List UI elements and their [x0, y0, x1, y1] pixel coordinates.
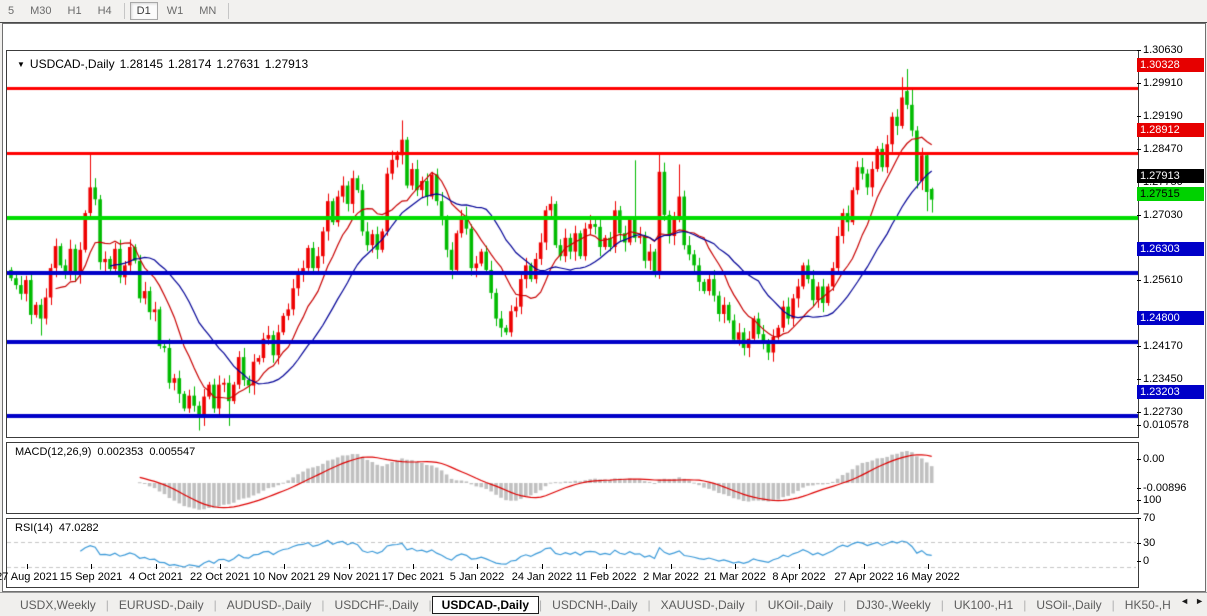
rsi-canvas[interactable]: [7, 519, 1136, 585]
timeframe-button-h4[interactable]: H4: [91, 2, 119, 20]
ohlc-close: 1.27913: [264, 57, 309, 71]
tab-xauusd-daily[interactable]: XAUUSD-,Daily: [651, 596, 755, 614]
timeframe-button-5[interactable]: 5: [1, 2, 21, 20]
timeframe-button-m30[interactable]: M30: [23, 2, 58, 20]
tab-usdcad-daily[interactable]: USDCAD-,Daily: [431, 595, 540, 614]
rsi-name: RSI(14): [15, 522, 53, 534]
ohlc-high: 1.28174: [168, 57, 212, 71]
tab-hk50-h[interactable]: HK50-,H: [1115, 596, 1181, 614]
ohlc-open: 1.28145: [119, 57, 163, 71]
symbol-dropdown-icon[interactable]: ▼: [17, 60, 25, 69]
rsi-label: RSI(14) 47.0282: [15, 522, 99, 534]
tab-usdcnh-daily[interactable]: USDCNH-,Daily: [542, 596, 647, 614]
tab-scroll-buttons: ◄ ►: [1176, 596, 1204, 606]
tab-audusd-daily[interactable]: AUDUSD-,Daily: [217, 596, 322, 614]
tab-ukoil-daily[interactable]: UKOil-,Daily: [758, 596, 843, 614]
timeframe-button-mn[interactable]: MN: [192, 2, 223, 20]
chart-window: ▼ USDCAD-,Daily 1.28145 1.28174 1.27631 …: [2, 23, 1206, 592]
chart-symbol-label: USDCAD-,Daily: [29, 57, 115, 71]
tab-usdchf-daily[interactable]: USDCHF-,Daily: [325, 596, 429, 614]
tab-eurusd-daily[interactable]: EURUSD-,Daily: [109, 596, 214, 614]
macd-value-main: 0.002353: [97, 446, 144, 458]
rsi-value: 47.0282: [58, 522, 99, 534]
ohlc-low: 1.27631: [216, 57, 260, 71]
macd-label: MACD(12,26,9) 0.002353 0.005547: [15, 446, 195, 458]
toolbar-separator: [228, 3, 230, 19]
timeframe-button-w1[interactable]: W1: [160, 2, 191, 20]
tab-scroll-left-icon[interactable]: ◄: [1180, 596, 1189, 606]
macd-name: MACD(12,26,9): [15, 446, 92, 458]
tab-uk100-h1[interactable]: UK100-,H1: [944, 596, 1023, 614]
tab-dj30-weekly[interactable]: DJ30-,Weekly: [846, 596, 940, 614]
chart-title: ▼ USDCAD-,Daily 1.28145 1.28174 1.27631 …: [17, 57, 308, 71]
tab-usoil-daily[interactable]: USOil-,Daily: [1026, 596, 1111, 614]
timeframe-toolbar: 5 M30 H1 H4 D1 W1 MN: [0, 0, 1207, 23]
main-chart-canvas[interactable]: [7, 51, 1138, 437]
timeframe-button-h1[interactable]: H1: [61, 2, 89, 20]
symbol-tab-bar: USDX,Weekly | EURUSD-,Daily | AUDUSD-,Daily |…: [0, 592, 1207, 616]
macd-pane[interactable]: MACD(12,26,9) 0.002353 0.005547: [6, 442, 1139, 514]
tab-scroll-right-icon[interactable]: ►: [1195, 596, 1204, 606]
tab-usdx-weekly[interactable]: USDX,Weekly: [10, 596, 106, 614]
timeframe-button-d1[interactable]: D1: [129, 2, 158, 20]
rsi-pane[interactable]: RSI(14) 47.0282: [6, 518, 1139, 588]
price-chart-pane[interactable]: ▼ USDCAD-,Daily 1.28145 1.28174 1.27631 …: [6, 50, 1139, 438]
macd-value-signal: 0.005547: [149, 446, 196, 458]
toolbar-separator: [123, 3, 125, 19]
